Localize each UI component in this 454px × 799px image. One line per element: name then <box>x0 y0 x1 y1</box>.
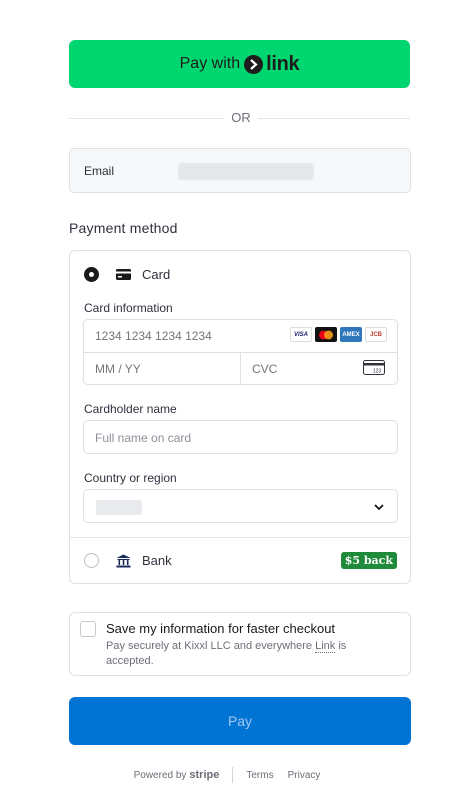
cvc-input[interactable] <box>252 362 352 376</box>
link-info-link[interactable]: Link <box>315 640 336 653</box>
cardholder-name-input[interactable]: Full name on card <box>83 420 398 454</box>
powered-by-text: Powered by <box>133 769 187 781</box>
save-info-title[interactable]: Save my information for faster checkout <box>106 621 335 636</box>
cvc-icon-text: 123 <box>373 369 382 375</box>
footer: Powered by stripe Terms Privacy <box>0 767 454 783</box>
terms-link[interactable]: Terms <box>246 770 273 781</box>
footer-separator <box>232 767 234 783</box>
cardholder-name-label: Cardholder name <box>84 402 177 416</box>
country-region-select[interactable] <box>83 489 398 523</box>
card-radio-selected[interactable] <box>84 267 99 282</box>
cvc-card-icon: 123 <box>363 360 385 375</box>
cardholder-name-placeholder: Full name on card <box>95 431 192 445</box>
country-region-label: Country or region <box>84 471 177 485</box>
link-arrow-icon <box>244 54 264 74</box>
pay-with-label: Pay with <box>179 55 241 72</box>
credit-card-icon <box>116 269 131 280</box>
card-number-input[interactable] <box>95 329 275 343</box>
bank-radio[interactable] <box>84 553 99 568</box>
payment-method-panel: Card Card information VISA AMEX JCB 123 … <box>69 250 411 584</box>
or-divider-text: OR <box>224 110 258 125</box>
amex-icon: AMEX <box>340 327 362 342</box>
email-value-redacted <box>178 163 314 180</box>
save-info-desc-prefix: Pay securely at Kixxl LLC and everywhere <box>106 640 316 652</box>
save-info-panel: Save my information for faster checkout … <box>69 612 411 676</box>
privacy-link[interactable]: Privacy <box>288 770 321 781</box>
card-information-label: Card information <box>84 301 173 315</box>
expiry-input[interactable] <box>95 362 225 376</box>
bank-cashback-badge: $5 back <box>340 552 397 569</box>
bank-option-label[interactable]: Bank <box>142 553 172 568</box>
bank-divider <box>70 537 410 538</box>
card-information-group: VISA AMEX JCB 123 <box>83 319 398 385</box>
email-field[interactable]: Email <box>69 148 411 193</box>
country-value-redacted <box>96 500 142 515</box>
link-logo: link <box>244 52 300 76</box>
chevron-down-icon <box>374 504 384 511</box>
card-option-label[interactable]: Card <box>142 267 170 282</box>
link-wordmark: link <box>266 52 300 75</box>
jcb-icon: JCB <box>365 327 387 342</box>
pay-with-link-button[interactable]: Pay with link <box>69 40 410 88</box>
card-col-divider <box>240 352 241 385</box>
stripe-logo: stripe <box>189 769 220 781</box>
save-info-description: Pay securely at Kixxl LLC and everywhere… <box>106 639 396 669</box>
save-info-checkbox[interactable] <box>80 621 96 637</box>
mastercard-icon <box>315 327 337 342</box>
card-brand-logos: VISA AMEX JCB <box>290 327 387 342</box>
payment-method-title: Payment method <box>69 220 178 236</box>
powered-by-stripe[interactable]: Powered by stripe <box>134 769 220 781</box>
visa-icon: VISA <box>290 327 312 342</box>
email-label: Email <box>84 164 115 178</box>
bank-icon <box>116 554 131 568</box>
pay-button[interactable]: Pay <box>69 697 411 745</box>
